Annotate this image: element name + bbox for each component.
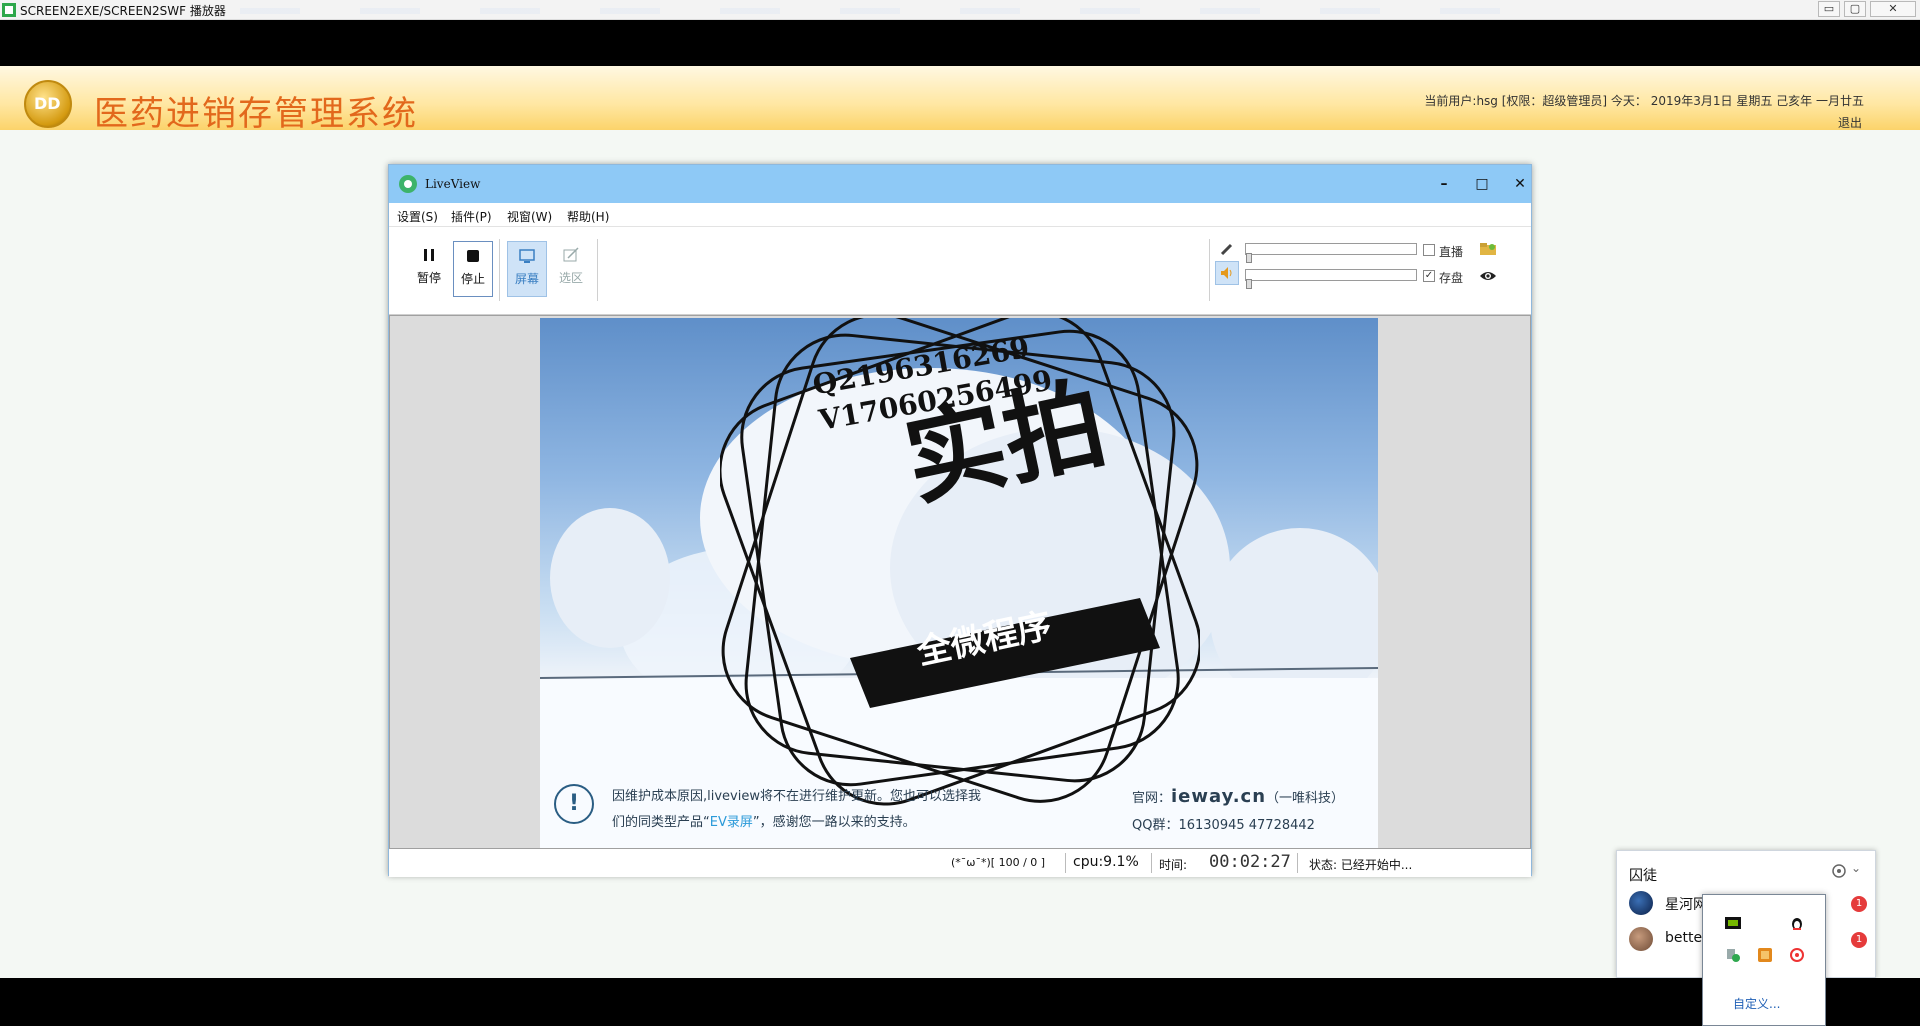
qq-group-header: 囚徒 bbox=[1629, 868, 1657, 884]
stop-label: 停止 bbox=[460, 272, 485, 286]
status-divider bbox=[1151, 853, 1152, 873]
unread-badge: 1 bbox=[1851, 932, 1867, 948]
notice-line2: 们的同类型产品“EV录屏”，感谢您一路以来的支持。 bbox=[612, 810, 981, 836]
security-shield-icon[interactable] bbox=[1725, 947, 1741, 963]
qq-contact-name: 星河网 bbox=[1665, 897, 1707, 913]
notice-line2-pre: 们的同类型产品“ bbox=[612, 815, 710, 830]
menu-help[interactable]: 帮助(H) bbox=[567, 208, 609, 225]
qq-penguin-icon[interactable] bbox=[1789, 915, 1805, 931]
save-label: 存盘 bbox=[1439, 271, 1464, 285]
region-select-icon bbox=[563, 247, 579, 262]
monitor-icon bbox=[519, 249, 535, 263]
status-state: 状态: 已经开始中... bbox=[1309, 858, 1413, 872]
site-label: 官网： bbox=[1132, 791, 1172, 806]
notice-line1: 因维护成本原因,liveview将不在进行维护更新。您也可以选择我 bbox=[612, 789, 981, 804]
liveview-logo-icon bbox=[399, 175, 417, 193]
current-user-info: 当前用户:hsg [权限：超级管理员] 今天： 2019年3月1日 星期五 己亥… bbox=[1424, 94, 1864, 108]
menu-settings[interactable]: 设置(S) bbox=[397, 208, 438, 225]
slider-knob[interactable] bbox=[1246, 253, 1252, 263]
status-divider bbox=[1065, 853, 1066, 873]
liveview-title: LiveView bbox=[425, 177, 481, 191]
player-app-icon bbox=[2, 3, 16, 17]
screen-mode-label: 屏幕 bbox=[514, 272, 539, 286]
site-note: （一唯科技） bbox=[1266, 791, 1345, 806]
speaker-volume-slider[interactable] bbox=[1245, 269, 1417, 289]
pause-label: 暂停 bbox=[416, 271, 441, 285]
pause-button[interactable]: 暂停 bbox=[409, 241, 449, 297]
microphone-icon[interactable] bbox=[1219, 241, 1235, 257]
tray-overflow-popup: 自定义... bbox=[1702, 894, 1826, 1026]
ev-link[interactable]: EV录屏 bbox=[710, 815, 753, 830]
notice-line2-post: ”，感谢您一路以来的支持。 bbox=[752, 815, 916, 830]
settings-icon[interactable] bbox=[1831, 863, 1847, 879]
qq-contact-name: bette bbox=[1665, 930, 1703, 946]
app-logo: DD bbox=[24, 80, 72, 128]
status-divider bbox=[1297, 853, 1298, 873]
tray-customize-link[interactable]: 自定义... bbox=[1733, 995, 1780, 1012]
screen-mode-button[interactable]: 屏幕 bbox=[507, 241, 547, 297]
toolbar-divider bbox=[499, 239, 500, 301]
orange-app-icon[interactable] bbox=[1757, 947, 1773, 963]
liveview-titlebar: LiveView – □ ✕ bbox=[389, 165, 1531, 203]
logout-link[interactable]: 退出 bbox=[1838, 114, 1862, 131]
liveview-window: LiveView – □ ✕ 设置(S) 插件(P) 视窗(W) 帮助(H) 暂… bbox=[388, 164, 1532, 877]
unread-badge: 1 bbox=[1851, 896, 1867, 912]
region-mode-button[interactable]: 选区 bbox=[551, 241, 591, 297]
status-face: (*ˉωˉ*)[ 100 / 0 ] bbox=[951, 856, 1046, 869]
pause-icon bbox=[424, 249, 434, 261]
status-time: 00:02:27 bbox=[1209, 852, 1291, 872]
toolbar-divider bbox=[597, 239, 598, 301]
liveview-statusbar: (*ˉωˉ*)[ 100 / 0 ] cpu:9.1% 时间: 00:02:27… bbox=[389, 849, 1531, 877]
player-title: SCREEN2EXE/SCREEN2SWF 播放器 bbox=[20, 4, 226, 18]
eye-icon[interactable] bbox=[1479, 269, 1497, 283]
live-checkbox[interactable] bbox=[1423, 244, 1435, 256]
player-restore-button[interactable]: ▢ bbox=[1844, 1, 1866, 17]
video-viewport: 实拍 Q2196316269 V17060256499 全微程序 ! 因维护成本… bbox=[389, 315, 1531, 849]
live-label: 直播 bbox=[1439, 245, 1464, 259]
menu-plugins[interactable]: 插件(P) bbox=[451, 208, 492, 225]
avatar bbox=[1629, 891, 1653, 915]
player-minimize-button[interactable]: ▭ bbox=[1818, 1, 1840, 17]
liveview-toolbar: 暂停 停止 屏幕 选区 直播 ✓ 存盘 bbox=[389, 227, 1531, 315]
chevron-down-icon[interactable]: ⌄ bbox=[1851, 861, 1861, 875]
slider-knob[interactable] bbox=[1246, 279, 1252, 289]
microphone-volume-slider[interactable] bbox=[1245, 243, 1417, 263]
region-mode-label: 选区 bbox=[558, 271, 583, 285]
app-logo-text: DD bbox=[34, 94, 61, 113]
notice-info-icon: ! bbox=[554, 784, 594, 824]
save-checkbox[interactable]: ✓ bbox=[1423, 270, 1435, 282]
stop-icon bbox=[467, 250, 479, 262]
app-header: DD 医药进销存管理系统 当前用户:hsg [权限：超级管理员] 今天： 201… bbox=[0, 66, 1920, 134]
toolbar-divider bbox=[1209, 239, 1210, 301]
avatar bbox=[1629, 927, 1653, 951]
bottom-letterbox bbox=[0, 978, 1920, 1026]
nvidia-icon[interactable] bbox=[1725, 915, 1741, 931]
blurred-taskbar bbox=[240, 8, 1540, 14]
folder-icon[interactable] bbox=[1479, 241, 1497, 257]
app-title: 医药进销存管理系统 bbox=[94, 94, 418, 134]
liveview-close-icon[interactable]: ✕ bbox=[1509, 173, 1531, 195]
speaker-icon bbox=[1221, 267, 1232, 279]
stop-button[interactable]: 停止 bbox=[453, 241, 493, 297]
top-letterbox bbox=[0, 20, 1920, 66]
qq-group-info: QQ群：16130945 47728442 bbox=[1132, 818, 1315, 833]
notice-text: 因维护成本原因,liveview将不在进行维护更新。您也可以选择我 们的同类型产… bbox=[612, 784, 981, 836]
player-close-button[interactable]: ✕ bbox=[1870, 1, 1916, 17]
status-cpu: cpu:9.1% bbox=[1073, 854, 1139, 870]
video-frame: 实拍 Q2196316269 V17060256499 全微程序 ! 因维护成本… bbox=[540, 318, 1378, 848]
red-badge-icon[interactable] bbox=[1789, 947, 1805, 963]
player-titlebar: SCREEN2EXE/SCREEN2SWF 播放器 ▭ ▢ ✕ bbox=[0, 0, 1920, 20]
liveview-minimize-icon[interactable]: – bbox=[1433, 173, 1455, 195]
site-link[interactable]: ieway.cn bbox=[1171, 786, 1266, 807]
speaker-button[interactable] bbox=[1215, 261, 1239, 285]
status-time-label: 时间: bbox=[1159, 858, 1188, 872]
site-info: 官网：ieway.cn（一唯科技） bbox=[1132, 786, 1344, 807]
liveview-menubar: 设置(S) 插件(P) 视窗(W) 帮助(H) bbox=[389, 203, 1531, 227]
menu-window[interactable]: 视窗(W) bbox=[507, 208, 552, 225]
liveview-maximize-icon[interactable]: □ bbox=[1471, 173, 1493, 195]
